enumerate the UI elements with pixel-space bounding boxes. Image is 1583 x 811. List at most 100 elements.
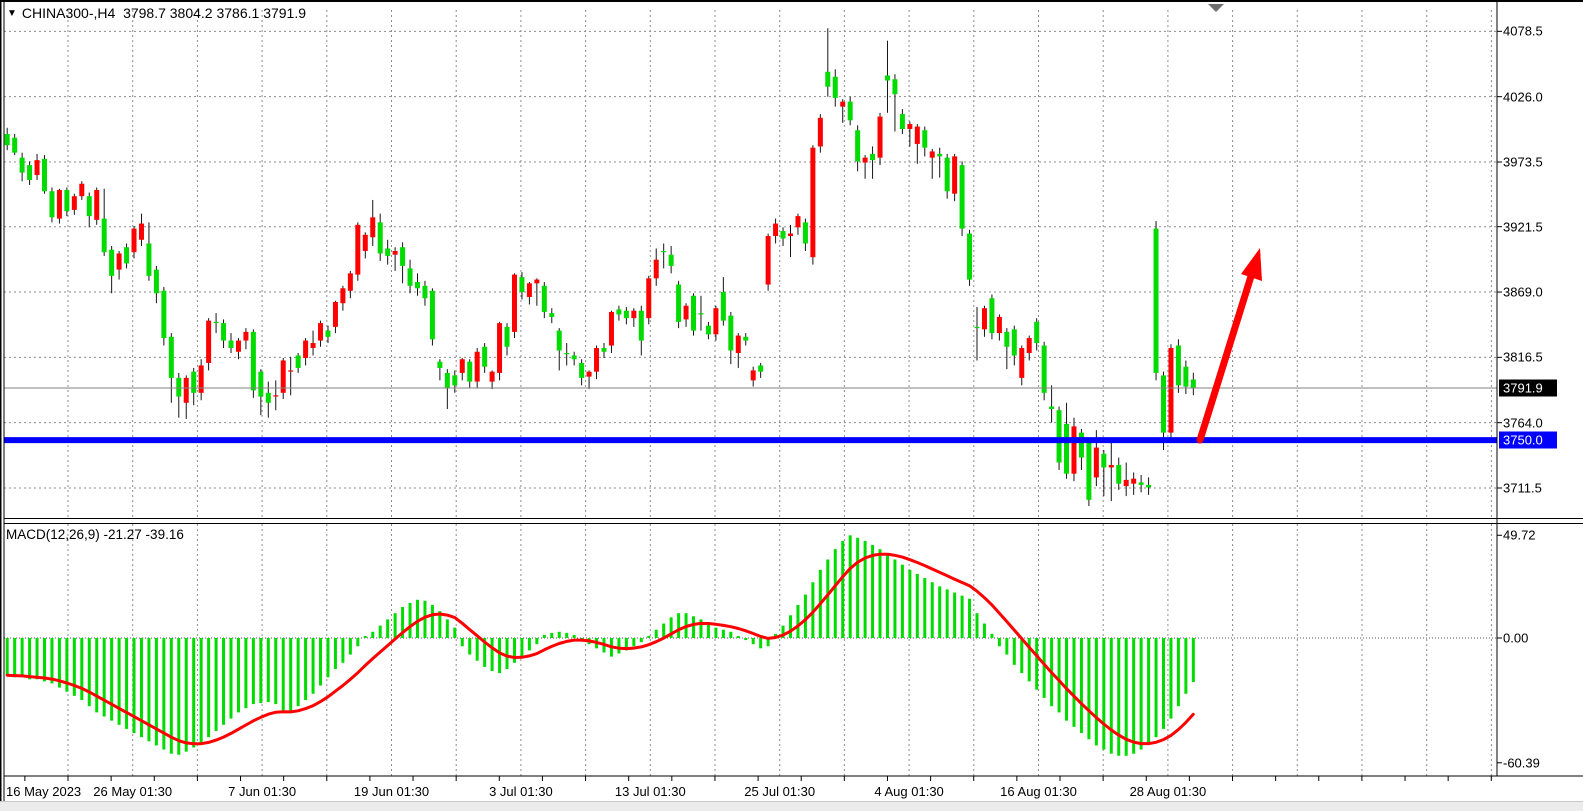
candle-body [1183, 367, 1188, 387]
candle-body [79, 184, 84, 196]
macd-histogram-bar [252, 638, 255, 704]
candle-body [1109, 465, 1114, 467]
macd-histogram-bar [364, 636, 367, 638]
time-axis-label: 16 May 2023 [6, 784, 81, 799]
time-axis-label: 28 Aug 01:30 [1130, 784, 1207, 799]
window-top-border [0, 0, 1583, 2]
candle-body [139, 224, 144, 240]
candle-body [997, 317, 1002, 333]
macd-histogram-bar [908, 570, 911, 638]
macd-histogram-bar [513, 638, 516, 663]
symbol-dropdown-icon: ▼ [7, 8, 17, 19]
chart-ohlc-values: 3798.7 3804.2 3786.1 3791.9 [123, 5, 306, 21]
candle-body [519, 277, 524, 292]
macd-histogram-bar [297, 638, 300, 706]
macd-histogram-bar [371, 632, 374, 638]
macd-histogram-bar [394, 613, 397, 638]
macd-histogram-bar [714, 628, 717, 638]
candle-body [945, 158, 950, 192]
macd-histogram-bar [1072, 638, 1075, 727]
chart-left-border [4, 2, 5, 801]
macd-histogram-bar [707, 624, 710, 638]
macd-histogram-bar [453, 628, 456, 638]
candle-body [795, 216, 800, 227]
candle-body [1079, 433, 1084, 458]
candle-body [124, 247, 129, 263]
candle-body [161, 291, 166, 338]
macd-histogram-bar [304, 638, 307, 700]
candle-body [132, 229, 137, 253]
candle-body [691, 296, 696, 331]
chart-title: ▼CHINA300-,H4 3798.7 3804.2 3786.1 3791.… [7, 6, 306, 21]
price-axis-label: 4078.5 [1503, 24, 1543, 39]
macd-histogram-bar [461, 638, 464, 646]
macd-histogram-bar [983, 624, 986, 638]
candle-body [587, 372, 592, 377]
candle-body [303, 341, 308, 358]
candle-body [975, 327, 980, 328]
macd-histogram-bar [244, 638, 247, 708]
macd-histogram-bar [976, 613, 979, 638]
candle-body [325, 331, 330, 337]
candle-body [631, 311, 636, 318]
candle-body [1049, 406, 1054, 408]
macd-histogram-bar [729, 632, 732, 638]
current-price-badge: 3791.9 [1499, 379, 1557, 396]
macd-histogram-bar [886, 554, 889, 638]
candle-body [482, 347, 487, 367]
candle-body [288, 370, 293, 371]
candle-body [1012, 329, 1017, 355]
macd-histogram-bar [558, 632, 561, 638]
candle-body [863, 158, 868, 163]
candle-body [527, 283, 532, 297]
support-level-badge: 3750.0 [1499, 432, 1557, 449]
macd-histogram-bar [1058, 638, 1061, 712]
macd-histogram-bar [938, 586, 941, 638]
candle-body [878, 117, 883, 158]
macd-histogram-bar [879, 549, 882, 638]
candle-body [191, 372, 196, 393]
macd-histogram-bar [871, 545, 874, 638]
macd-histogram-bar [192, 638, 195, 747]
candle-body [1004, 332, 1009, 347]
candle-body [20, 158, 25, 173]
candle-body [109, 250, 114, 276]
window-left-border [0, 0, 2, 801]
time-axis-label: 7 Jun 01:30 [228, 784, 296, 799]
candle-body [960, 165, 965, 228]
candle-body [1154, 229, 1159, 373]
candle-body [915, 127, 920, 144]
chart-canvas[interactable] [0, 0, 1583, 811]
candle-body [490, 372, 495, 382]
macd-histogram-bar [200, 638, 203, 743]
candle-body [355, 225, 360, 275]
candle-body [1064, 424, 1069, 474]
macd-histogram-bar [88, 638, 91, 706]
macd-axis-label: 49.72 [1503, 528, 1536, 543]
macd-histogram-bar [834, 549, 837, 638]
macd-histogram-bar [50, 638, 53, 683]
macd-histogram-bar [856, 538, 859, 638]
macd-histogram-bar [468, 638, 471, 655]
candle-body [840, 102, 845, 107]
macd-histogram-bar [640, 638, 643, 642]
macd-histogram-bar [1005, 638, 1008, 655]
macd-histogram-bar [692, 616, 695, 638]
candle-body [736, 336, 741, 353]
candle-body [5, 134, 10, 145]
macd-histogram-bar [1184, 638, 1187, 694]
macd-histogram-bar [565, 633, 568, 638]
candle-body [803, 222, 808, 243]
candle-body [1101, 454, 1106, 468]
candle-body [534, 280, 539, 284]
mt4-chart-window: { "window": { "symbol_marker": "▼", "tit… [0, 0, 1583, 811]
candle-body [57, 190, 62, 219]
macd-histogram-bar [1155, 638, 1158, 737]
candle-body [1019, 348, 1024, 378]
macd-histogram-bar [28, 638, 31, 679]
candle-body [42, 159, 47, 191]
price-axis-label: 3764.0 [1503, 415, 1543, 430]
macd-histogram-bar [6, 638, 9, 675]
candle-body [273, 395, 278, 396]
candle-body [572, 355, 577, 359]
